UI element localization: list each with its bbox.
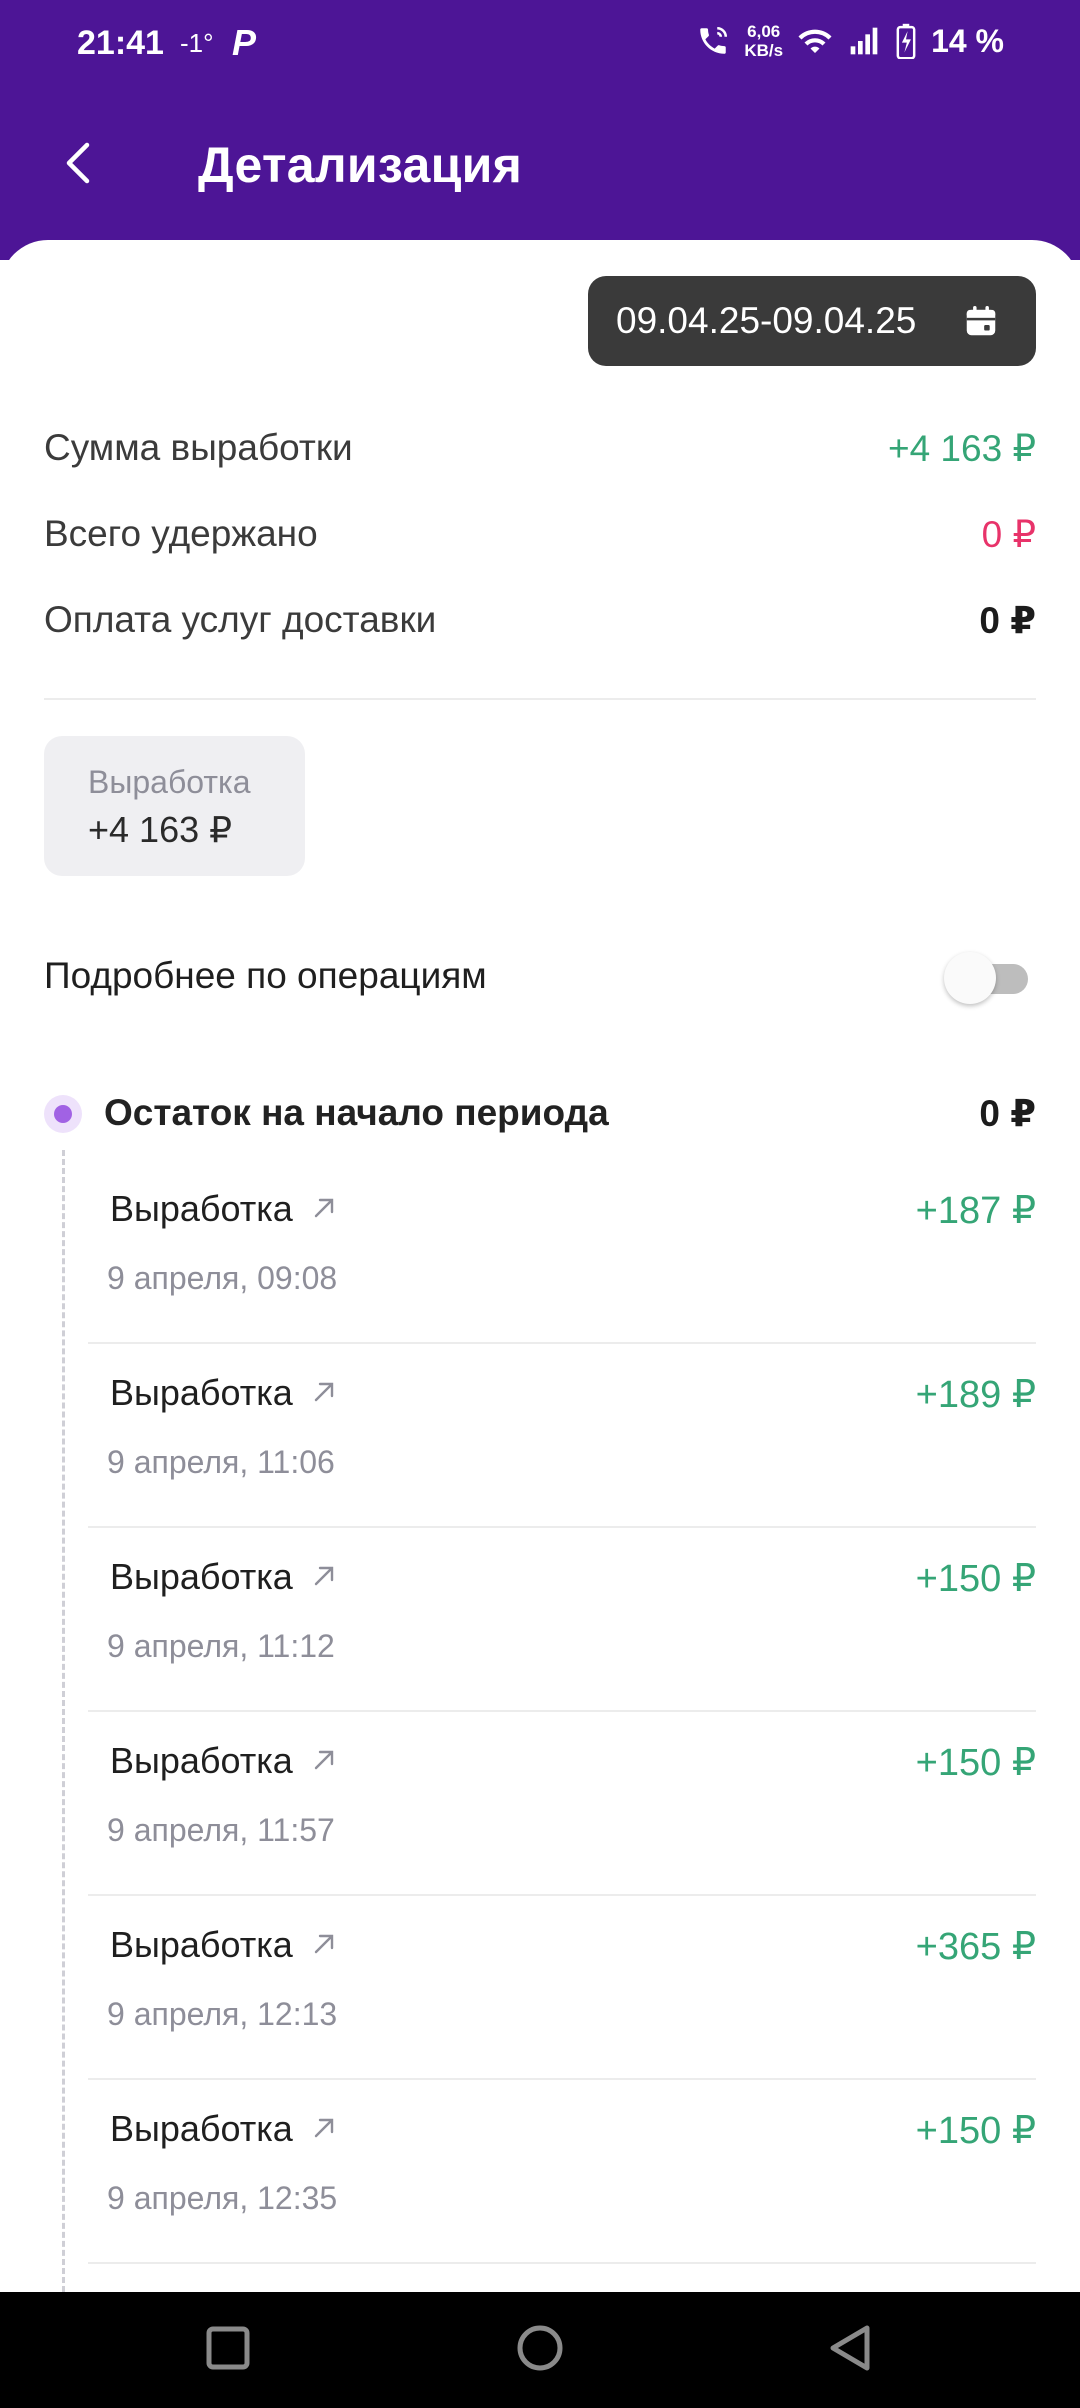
operation-item[interactable]: Выработка 9 апреля, 11:57 +150 ₽ [88,1712,1036,1896]
triangle-back-icon [827,2324,873,2377]
operation-date: 9 апреля, 11:06 [107,1444,335,1480]
arrow-up-right-icon [311,1188,337,1230]
arrow-up-right-icon [311,1740,337,1782]
nav-recents-button[interactable] [193,2318,263,2382]
summary-withheld-row: Всего удержано 0 ₽ [44,504,1036,564]
operation-amount: +365 ₽ [915,1926,1036,1968]
net-speed-value: 6,06 [747,22,781,41]
operation-item[interactable]: Выработка 9 апреля, 11:12 +150 ₽ [88,1528,1036,1712]
operation-item[interactable]: Выработка 9 апреля, 11:06 +189 ₽ [88,1344,1036,1528]
nav-home-button[interactable] [505,2318,575,2382]
earnings-tile-value: +4 163 ₽ [88,809,233,850]
wifi-icon [797,25,833,57]
period-start-label: Остаток на начало периода [104,1092,609,1133]
status-temperature: -1° [180,28,214,58]
calendar-icon [962,302,1000,349]
operation-title-group: Выработка [110,2108,337,2150]
operation-amount: +150 ₽ [915,1742,1036,1784]
status-right-group: 6,06 KB/s 14 % [696,22,1004,60]
operation-date: 9 апреля, 09:08 [107,1260,338,1296]
signal-icon [847,25,881,57]
operation-title-group: Выработка [110,1924,337,1966]
status-bar: 21:41 -1° Р 6,06 KB/s 14 % [0,0,1080,86]
summary-delivery-row: Оплата услуг доставки 0 ₽ [44,590,1036,650]
operation-amount: +150 ₽ [915,1558,1036,1600]
date-range-button[interactable]: 09.04.25-09.04.25 [588,276,1036,366]
timeline-dot [44,1095,82,1133]
operations-list: Выработка 9 апреля, 09:08 +187 ₽ Выработ… [88,1160,1036,2264]
details-toggle-row: Подробнее по операциям [44,946,1036,1006]
operation-item[interactable]: Выработка 9 апреля, 09:08 +187 ₽ [88,1160,1036,1344]
operation-date: 9 апреля, 12:13 [107,1996,338,2032]
operation-item[interactable]: Выработка 9 апреля, 12:13 +365 ₽ [88,1896,1036,2080]
summary-delivery-value: 0 ₽ [979,599,1036,641]
summary-withheld-label: Всего удержано [44,513,318,554]
operation-title-group: Выработка [110,1556,337,1598]
battery-charging-icon [895,23,917,59]
summary-earnings-label: Сумма выработки [44,427,353,468]
nav-back-button[interactable] [815,2318,885,2382]
operation-title: Выработка [110,1740,293,1781]
operation-amount: +187 ₽ [915,1190,1036,1232]
operation-item[interactable]: Выработка 9 апреля, 12:35 +150 ₽ [88,2080,1036,2264]
operation-date: 9 апреля, 12:35 [107,2180,338,2216]
operation-title: Выработка [110,1556,293,1597]
arrow-up-right-icon [311,1372,337,1414]
operation-date: 9 апреля, 11:12 [107,1628,335,1664]
period-start-row: Остаток на начало периода 0 ₽ [44,1084,1036,1144]
details-toggle-switch[interactable] [944,948,1036,1004]
operation-title-group: Выработка [110,1188,337,1230]
operation-title-group: Выработка [110,1740,337,1782]
earnings-tile-label: Выработка [88,764,251,800]
operation-amount: +150 ₽ [915,2110,1036,2152]
summary-earnings-value: +4 163 ₽ [887,427,1036,469]
app-notification-icon: Р [232,22,257,63]
operation-title: Выработка [110,1188,293,1229]
circle-icon [516,2324,564,2377]
operation-title: Выработка [110,1372,293,1413]
system-nav-bar [0,2292,1080,2408]
arrow-up-right-icon [311,2108,337,2150]
arrow-left-icon [63,139,93,192]
operation-title-group: Выработка [110,1372,337,1414]
content-sheet: 09.04.25-09.04.25 Сумма выработки +4 163… [0,240,1080,2292]
operation-amount: +189 ₽ [915,1374,1036,1416]
toggle-knob [944,952,996,1004]
summary-divider [44,698,1036,700]
back-button[interactable] [50,130,106,200]
timeline-line [62,1150,65,2292]
earnings-tile[interactable]: Выработка +4 163 ₽ [44,736,305,876]
page-title: Детализация [198,137,523,193]
arrow-up-right-icon [311,1556,337,1598]
arrow-up-right-icon [311,1924,337,1966]
summary-withheld-value: 0 ₽ [981,513,1036,555]
operation-title: Выработка [110,2108,293,2149]
period-start-value: 0 ₽ [979,1093,1036,1134]
operation-title: Выработка [110,1924,293,1965]
status-time: 21:41 [77,24,164,62]
date-range-label: 09.04.25-09.04.25 [616,300,917,341]
battery-level: 14 % [931,22,1004,59]
wifi-call-icon [696,24,730,58]
operation-date: 9 апреля, 11:57 [107,1812,335,1848]
app-bar: Детализация [0,100,1080,230]
square-icon [206,2326,250,2375]
summary-earnings-row: Сумма выработки +4 163 ₽ [44,418,1036,478]
net-speed-unit: KB/s [744,41,784,60]
net-speed: 6,06 KB/s [744,22,783,60]
details-toggle-label: Подробнее по операциям [44,955,487,996]
summary-delivery-label: Оплата услуг доставки [44,599,437,640]
